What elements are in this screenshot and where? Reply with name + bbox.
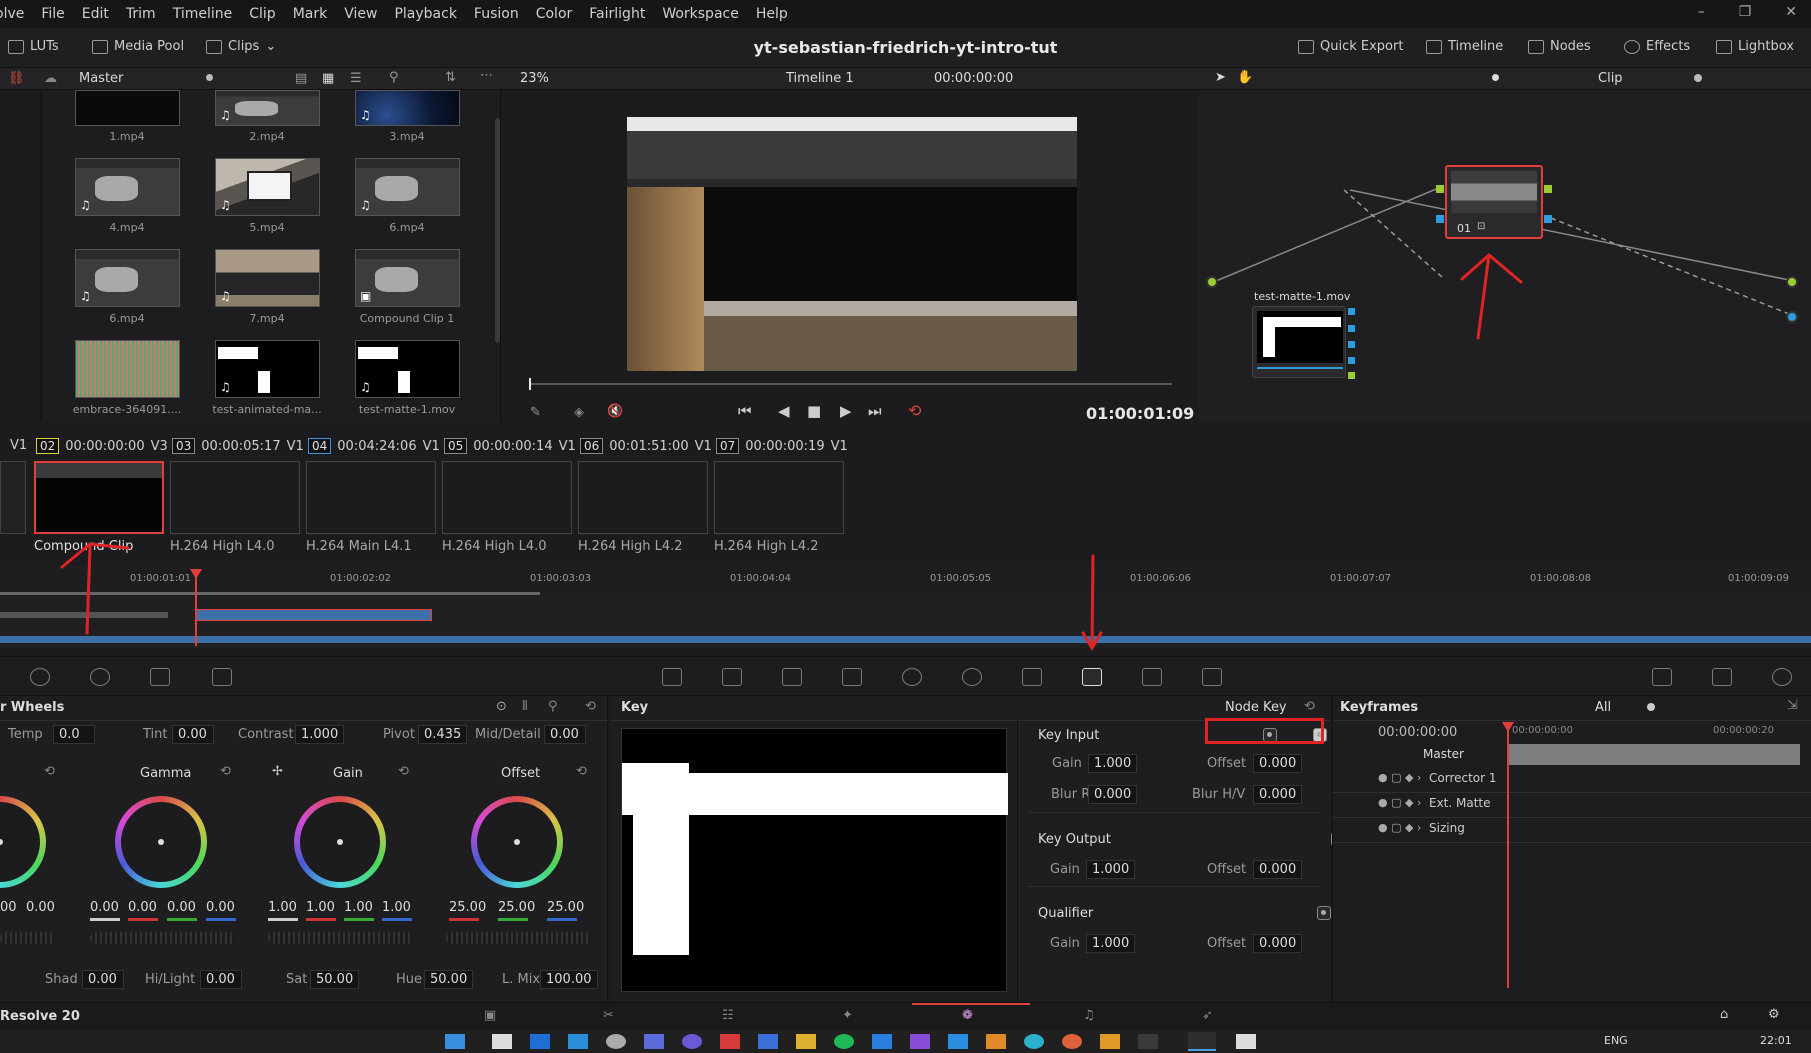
arrow-to-node bbox=[1476, 253, 1491, 340]
annotation-arrows bbox=[60, 253, 1523, 651]
